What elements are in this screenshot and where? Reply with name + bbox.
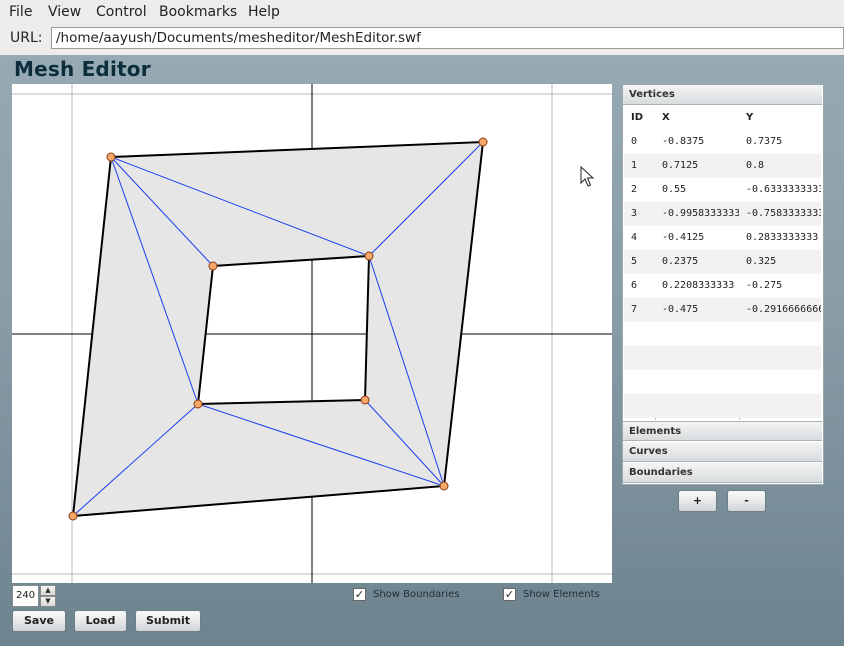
vertices-table[interactable]: ID X Y 0 -0.8375 0.7375 1 0.7125 0.8 2 0.55 -0.6… — [624, 106, 821, 420]
url-input[interactable]: /home/aayush/Documents/mesheditor/MeshEd… — [51, 27, 844, 49]
inner-boundary — [196, 254, 371, 406]
caret-down-icon: ▼ — [45, 597, 51, 605]
menu-bookmarks[interactable]: Bookmarks — [159, 4, 237, 20]
table-row — [624, 394, 821, 418]
mesh-vertex[interactable] — [439, 481, 449, 491]
table-row — [624, 346, 821, 370]
mesh-editor-app: Mesh Editor Vertices ID X Y 0 -0.8375 0.… — [0, 55, 844, 646]
url-label: URL: — [10, 30, 43, 46]
app-title: Mesh Editor — [14, 57, 151, 81]
mesh-vertex[interactable] — [193, 399, 203, 409]
vertex-y-cell: -0.6333333333 — [746, 184, 821, 195]
column-header-x[interactable]: X — [655, 106, 739, 130]
menu-view[interactable]: View — [48, 4, 81, 20]
mesh-vertex[interactable] — [106, 152, 116, 162]
vertex-y-cell: -0.7583333333 — [746, 208, 821, 219]
mesh-canvas[interactable] — [12, 84, 612, 583]
curves-section-header[interactable]: Curves — [623, 442, 822, 462]
mesh-vertex[interactable] — [68, 511, 78, 521]
menu-help[interactable]: Help — [248, 4, 280, 20]
remove-button[interactable]: - — [727, 490, 766, 512]
elements-section-header[interactable]: Elements — [623, 421, 822, 441]
mesh-svg[interactable] — [12, 84, 612, 583]
table-row — [624, 370, 821, 394]
vertex-y-cell: 0.8 — [746, 160, 765, 171]
caret-up-icon: ▲ — [45, 586, 51, 594]
table-row[interactable]: 2 0.55 -0.6333333333 — [624, 178, 821, 202]
vertex-id-cell: 2 — [631, 184, 638, 195]
stepper-down-button[interactable]: ▼ — [40, 596, 56, 607]
show-boundaries-label: Show Boundaries — [373, 589, 460, 600]
zoom-stepper-input[interactable]: 240 — [12, 585, 39, 607]
vertex-y-cell: 0.7375 — [746, 136, 783, 147]
checkmark-icon: ✓ — [504, 588, 515, 601]
show-boundaries-checkbox[interactable]: ✓ — [353, 588, 366, 601]
vertex-x-cell: -0.9958333333 — [662, 208, 739, 219]
show-elements-label: Show Elements — [523, 589, 600, 600]
vertex-x-cell: 0.55 — [662, 184, 687, 195]
vertex-x-cell: 0.2208333333 — [662, 280, 735, 291]
vertex-x-cell: -0.475 — [662, 304, 699, 315]
column-header-y[interactable]: Y — [739, 106, 821, 130]
vertex-x-cell: -0.4125 — [662, 232, 705, 243]
vertex-y-cell: -0.275 — [746, 280, 783, 291]
vertex-id-cell: 5 — [631, 256, 638, 267]
mouse-pointer-icon — [580, 166, 595, 187]
vertex-x-cell: -0.8375 — [662, 136, 705, 147]
vertex-id-cell: 1 — [631, 160, 638, 171]
mesh-vertex[interactable] — [208, 261, 218, 271]
vertex-x-cell: 0.7125 — [662, 160, 699, 171]
submit-button[interactable]: Submit — [135, 610, 201, 632]
side-panel: Vertices ID X Y 0 -0.8375 0.7375 1 0.7125 0.8… — [622, 84, 824, 485]
boundaries-section-header[interactable]: Boundaries — [623, 463, 822, 483]
vertex-y-cell: 0.325 — [746, 256, 777, 267]
mesh-vertex[interactable] — [364, 251, 374, 261]
column-header-id[interactable]: ID — [624, 106, 655, 130]
table-row[interactable]: 5 0.2375 0.325 — [624, 250, 821, 274]
vertex-id-cell: 3 — [631, 208, 638, 219]
url-bar: URL: /home/aayush/Documents/mesheditor/M… — [0, 24, 844, 54]
vertex-id-cell: 0 — [631, 136, 638, 147]
vertex-id-cell: 7 — [631, 304, 638, 315]
table-row[interactable]: 6 0.2208333333 -0.275 — [624, 274, 821, 298]
menu-control[interactable]: Control — [96, 4, 147, 20]
vertex-id-cell: 6 — [631, 280, 638, 291]
menu-file[interactable]: File — [9, 4, 32, 20]
vertex-x-cell: 0.2375 — [662, 256, 699, 267]
add-button[interactable]: + — [678, 490, 717, 512]
table-row — [624, 322, 821, 346]
vertex-y-cell: 0.2833333333 — [746, 232, 819, 243]
stepper-up-button[interactable]: ▲ — [40, 585, 56, 596]
vertices-section-header[interactable]: Vertices — [623, 85, 822, 105]
table-row[interactable]: 0 -0.8375 0.7375 — [624, 130, 821, 154]
show-elements-checkbox[interactable]: ✓ — [503, 588, 516, 601]
table-row[interactable]: 3 -0.9958333333 -0.7583333333 — [624, 202, 821, 226]
table-row[interactable]: 1 0.7125 0.8 — [624, 154, 821, 178]
mesh-domain-fill — [73, 142, 483, 516]
table-row[interactable]: 4 -0.4125 0.2833333333 — [624, 226, 821, 250]
save-button[interactable]: Save — [12, 610, 66, 632]
mesh-vertex[interactable] — [360, 395, 370, 405]
checkmark-icon: ✓ — [354, 588, 365, 601]
load-button[interactable]: Load — [74, 610, 127, 632]
table-row[interactable]: 7 -0.475 -0.2916666666 — [624, 298, 821, 322]
menubar: File View Control Bookmarks Help — [0, 0, 844, 24]
vertex-y-cell: -0.2916666666 — [746, 304, 821, 315]
vertex-id-cell: 4 — [631, 232, 638, 243]
table-header-row: ID X Y — [624, 106, 821, 131]
mesh-vertex[interactable] — [478, 137, 488, 147]
